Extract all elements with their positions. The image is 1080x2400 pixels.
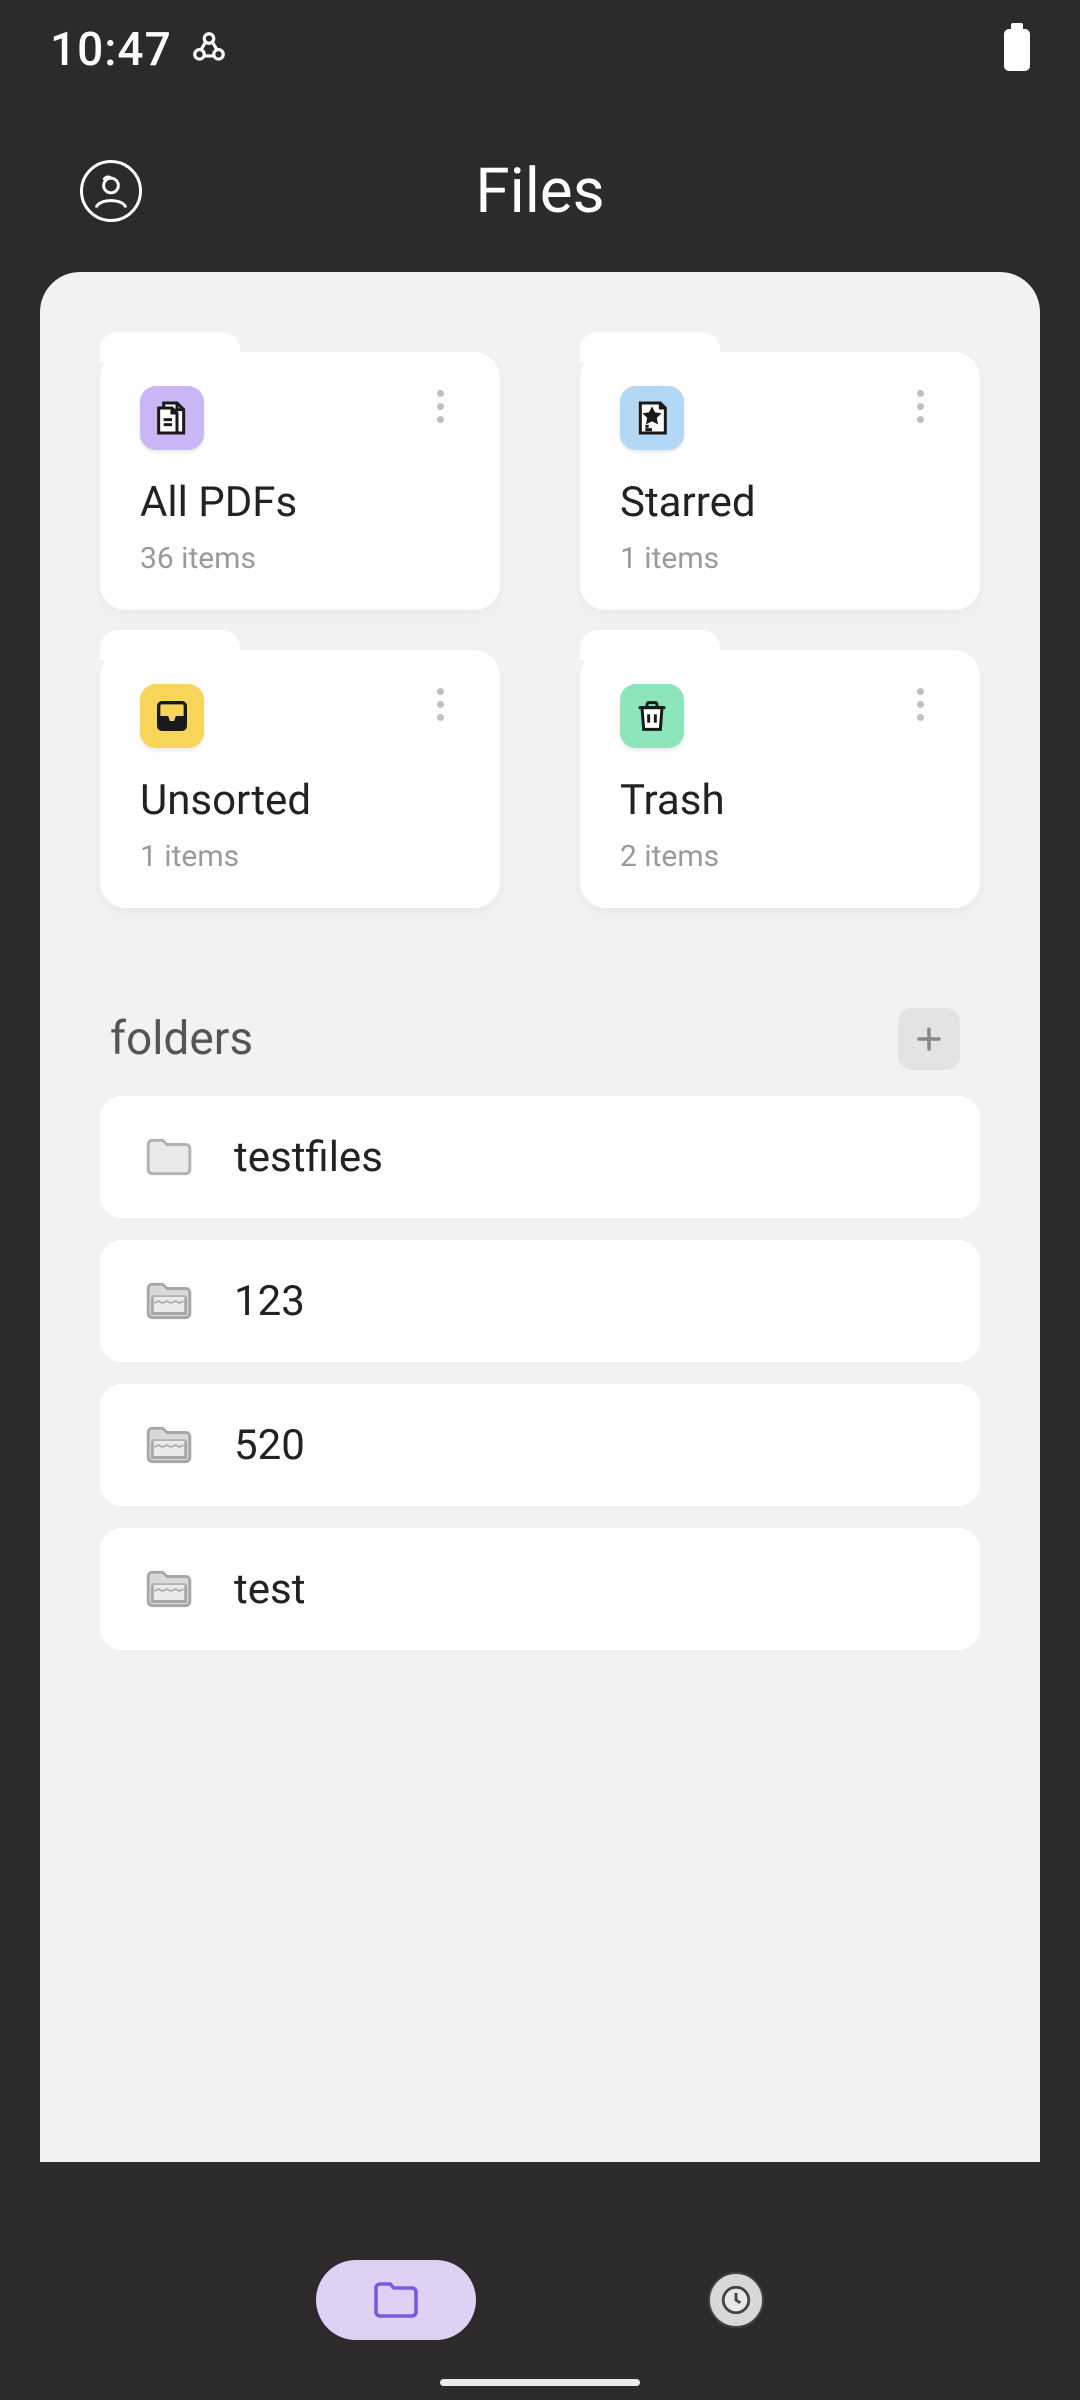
- card-more-button[interactable]: [420, 684, 460, 724]
- avatar[interactable]: [80, 160, 142, 222]
- status-bar: 10:47: [0, 0, 1080, 100]
- folder-name: 520: [234, 1421, 305, 1470]
- folder-list: testfiles 123 520 test: [100, 1096, 980, 1650]
- card-all-pdfs[interactable]: All PDFs 36 items: [100, 352, 500, 610]
- card-title: Trash: [620, 776, 940, 825]
- app-header: Files: [0, 100, 1080, 272]
- card-title: Starred: [620, 478, 940, 527]
- nav-recent-tab[interactable]: [708, 2272, 764, 2328]
- folders-label: folders: [110, 1012, 253, 1066]
- clock-icon: [719, 2283, 753, 2317]
- folder-row[interactable]: testfiles: [100, 1096, 980, 1218]
- card-subtitle: 1 items: [620, 541, 940, 576]
- card-subtitle: 2 items: [620, 839, 940, 874]
- status-clock: 10:47: [50, 23, 172, 77]
- add-folder-button[interactable]: [898, 1008, 960, 1070]
- folder-icon: [144, 1279, 194, 1323]
- category-grid: All PDFs 36 items Starred 1 items: [100, 352, 980, 908]
- folder-name: 123: [234, 1277, 305, 1326]
- nav-files-tab[interactable]: [316, 2260, 476, 2340]
- bottom-nav: [0, 2260, 1080, 2340]
- card-starred[interactable]: Starred 1 items: [580, 352, 980, 610]
- folder-icon: [144, 1423, 194, 1467]
- card-more-button[interactable]: [900, 684, 940, 724]
- folder-row[interactable]: test: [100, 1528, 980, 1650]
- inbox-icon: [140, 684, 204, 748]
- sync-icon: [190, 29, 228, 71]
- trash-icon: [620, 684, 684, 748]
- starred-icon: [620, 386, 684, 450]
- battery-icon: [1004, 29, 1030, 71]
- card-title: All PDFs: [140, 478, 460, 527]
- folder-icon: [144, 1567, 194, 1611]
- folder-row[interactable]: 123: [100, 1240, 980, 1362]
- folders-header: folders: [100, 1008, 980, 1070]
- folder-icon: [144, 1135, 194, 1179]
- folder-name: test: [234, 1565, 305, 1614]
- folder-name: testfiles: [234, 1133, 383, 1182]
- folder-row[interactable]: 520: [100, 1384, 980, 1506]
- page-title: Files: [475, 155, 604, 228]
- pdfs-icon: [140, 386, 204, 450]
- card-subtitle: 1 items: [140, 839, 460, 874]
- folder-icon: [372, 2280, 420, 2320]
- main-sheet: All PDFs 36 items Starred 1 items: [40, 272, 1040, 2162]
- card-unsorted[interactable]: Unsorted 1 items: [100, 650, 500, 908]
- card-more-button[interactable]: [420, 386, 460, 426]
- card-trash[interactable]: Trash 2 items: [580, 650, 980, 908]
- card-subtitle: 36 items: [140, 541, 460, 576]
- home-indicator[interactable]: [440, 2379, 640, 2386]
- card-title: Unsorted: [140, 776, 460, 825]
- card-more-button[interactable]: [900, 386, 940, 426]
